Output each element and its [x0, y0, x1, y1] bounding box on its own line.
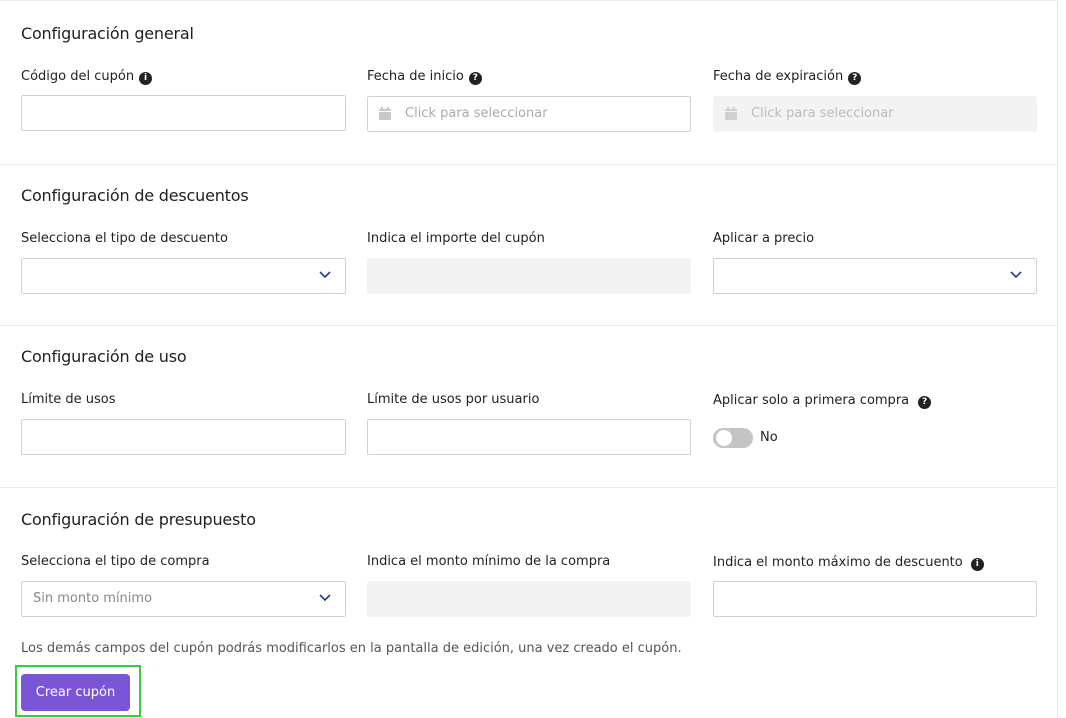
calendar-icon	[379, 107, 391, 120]
general-section-title: Configuración general	[21, 24, 194, 43]
apply-price-label: Aplicar a precio	[713, 231, 815, 246]
budget-section: Configuración de presupuesto Selecciona …	[0, 487, 1058, 637]
apply-price-select[interactable]	[713, 258, 1037, 294]
calendar-icon	[725, 107, 737, 120]
footnote-text: Los demás campos del cupón podrás modifi…	[21, 641, 682, 656]
coupon-amount-label: Indica el importe del cupón	[367, 231, 545, 246]
expiry-date-label: Fecha de expiración?	[713, 69, 862, 85]
max-discount-input[interactable]	[713, 581, 1037, 617]
expiry-date-picker[interactable]: Click para seleccionar	[713, 96, 1037, 132]
discount-type-select[interactable]	[21, 258, 346, 294]
first-purchase-label: Aplicar solo a primera compra?	[713, 393, 932, 409]
usage-limit-label: Límite de usos	[21, 392, 116, 407]
chevron-down-icon	[319, 271, 331, 279]
discounts-section-title: Configuración de descuentos	[21, 186, 249, 205]
usage-limit-per-user-input[interactable]	[367, 419, 691, 455]
purchase-type-value: Sin monto mínimo	[33, 591, 153, 606]
discount-type-label: Selecciona el tipo de descuento	[21, 231, 228, 246]
usage-section-title: Configuración de uso	[21, 347, 187, 366]
usage-limit-per-user-label: Límite de usos por usuario	[367, 392, 540, 407]
general-section: Configuración general Código del cupón i …	[0, 1, 1058, 165]
question-icon[interactable]: ?	[918, 396, 932, 409]
info-icon[interactable]: i	[970, 558, 984, 571]
first-purchase-toggle[interactable]	[713, 428, 753, 448]
chevron-down-icon	[319, 594, 331, 602]
purchase-type-label: Selecciona el tipo de compra	[21, 554, 210, 569]
coupon-amount-input[interactable]	[367, 258, 691, 294]
toggle-knob	[716, 430, 732, 446]
start-date-picker[interactable]: Click para seleccionar	[367, 96, 691, 132]
discounts-section: Configuración de descuentos Selecciona e…	[0, 164, 1058, 326]
info-icon[interactable]: i	[139, 72, 153, 85]
create-coupon-button[interactable]: Crear cupón	[21, 674, 130, 711]
start-date-label: Fecha de inicio?	[367, 69, 482, 85]
chevron-down-icon	[1010, 271, 1022, 279]
start-date-placeholder: Click para seleccionar	[405, 106, 548, 121]
question-icon[interactable]: ?	[468, 72, 482, 85]
purchase-type-select[interactable]: Sin monto mínimo	[21, 581, 346, 617]
first-purchase-toggle-label: No	[760, 430, 778, 445]
min-amount-label: Indica el monto mínimo de la compra	[367, 554, 611, 569]
budget-section-title: Configuración de presupuesto	[21, 510, 256, 529]
usage-section: Configuración de uso Límite de usos Lími…	[0, 325, 1058, 488]
usage-limit-input[interactable]	[21, 419, 346, 455]
min-amount-input[interactable]	[367, 581, 691, 617]
expiry-date-placeholder: Click para seleccionar	[751, 106, 894, 121]
coupon-code-label: Código del cupón i	[21, 69, 153, 85]
question-icon[interactable]: ?	[848, 72, 862, 85]
coupon-form-card: Configuración general Código del cupón i …	[0, 0, 1058, 718]
max-discount-label: Indica el monto máximo de descuento i	[713, 555, 984, 571]
coupon-code-input[interactable]	[21, 95, 346, 131]
